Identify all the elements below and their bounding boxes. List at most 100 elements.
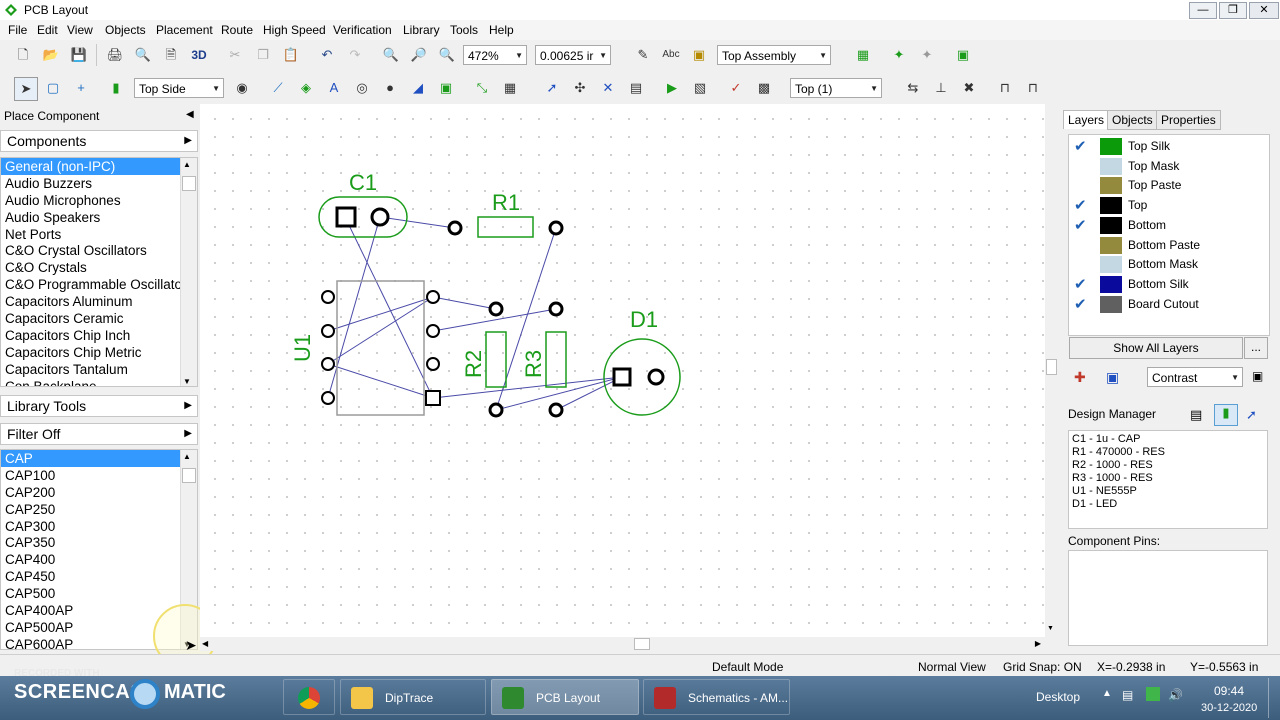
part-item[interactable]: CAP400AP	[1, 602, 183, 619]
tray-expand-icon[interactable]: ▲	[1102, 688, 1112, 699]
part-item[interactable]: CAP100	[1, 467, 183, 484]
export-icon[interactable]: 🗎	[160, 44, 182, 66]
close-button[interactable]: ✕	[1249, 2, 1279, 19]
tray-volume-icon[interactable]: 🔊	[1168, 688, 1183, 702]
design-manager-item[interactable]: U1 - NE555P	[1072, 485, 1264, 498]
design-manager-item[interactable]: D1 - LED	[1072, 498, 1264, 511]
layer-color-swatch[interactable]	[1100, 275, 1122, 293]
show-all-layers-button[interactable]: Show All Layers	[1069, 337, 1243, 359]
layer-color-swatch[interactable]	[1100, 256, 1122, 274]
part-item[interactable]: CAP500	[1, 585, 183, 602]
zoom-out-icon[interactable]: 🔎	[408, 44, 430, 66]
library-item[interactable]: Audio Microphones	[1, 192, 183, 209]
part-item[interactable]: CAP300	[1, 518, 183, 535]
dm-filter-icon[interactable]: ▤	[1190, 407, 1202, 423]
layer-row[interactable]: Top Paste	[1070, 176, 1248, 195]
layer-visible-check-icon[interactable]: ✔	[1074, 196, 1087, 214]
design-manager-item[interactable]: C1 - 1u - CAP	[1072, 433, 1264, 446]
contrast-select[interactable]: Contrast ▼	[1147, 367, 1243, 387]
refresh-icon[interactable]: ▣	[952, 44, 974, 66]
library-item[interactable]: Capacitors Aluminum	[1, 293, 183, 310]
route-tree-icon[interactable]: ✣	[569, 77, 591, 99]
select-rect-icon[interactable]: ▢	[42, 77, 64, 99]
part-item[interactable]: CAP200	[1, 484, 183, 501]
filter-header[interactable]: Filter Off ▶	[0, 423, 198, 445]
menu-tools[interactable]: Tools	[450, 23, 478, 37]
unroute-icon[interactable]: ✕	[597, 77, 619, 99]
menu-help[interactable]: Help	[489, 23, 514, 37]
design-manager-item[interactable]: R1 - 470000 - RES	[1072, 446, 1264, 459]
part-item[interactable]: CAP	[1, 450, 183, 467]
minimize-button[interactable]: —	[1189, 2, 1217, 19]
differential-pair-icon[interactable]: ⊓	[1022, 77, 1044, 99]
hole-icon[interactable]: ●	[379, 77, 401, 99]
taskbar-diptrace[interactable]: DipTrace	[340, 679, 486, 715]
library-list-scrollbar[interactable]: ▲ ▼	[180, 158, 197, 386]
library-item[interactable]: General (non-IPC)	[1, 158, 183, 175]
layer-color-swatch[interactable]	[1100, 157, 1122, 175]
library-item[interactable]: C&O Programmable Oscillator	[1, 276, 183, 293]
canvas-vscrollbar[interactable]: ▼	[1045, 104, 1057, 637]
scroll-thumb[interactable]	[182, 176, 196, 191]
print-icon[interactable]: 🖨	[104, 44, 126, 66]
tray-app-icon[interactable]	[1146, 687, 1160, 701]
layer-visible-check-icon[interactable]: ✔	[1074, 295, 1087, 313]
layer-row[interactable]: ✔ Top Silk	[1070, 137, 1248, 156]
length-tune-icon[interactable]: ⊓	[994, 77, 1016, 99]
zoom-select[interactable]: 472% ▼	[463, 45, 527, 65]
taskbar-chrome[interactable]	[283, 679, 335, 715]
layer-row[interactable]: ✔ Top	[1070, 196, 1248, 215]
distribute-icon[interactable]: ✖	[958, 77, 980, 99]
pcb-canvas[interactable]: C1 R1 D1 U1 R2 R3	[200, 104, 1045, 637]
scroll-right-icon[interactable]: ▶	[1035, 639, 1041, 648]
taskbar-schematics[interactable]: Schematics - AM...	[643, 679, 790, 715]
scroll-thumb[interactable]	[634, 638, 650, 650]
library-item[interactable]: Net Ports	[1, 226, 183, 243]
pad-icon[interactable]: ◈	[295, 77, 317, 99]
part-item[interactable]: CAP400	[1, 551, 183, 568]
text-abc-icon[interactable]: Abc	[660, 44, 682, 66]
autorouter-settings-icon[interactable]: ▧	[689, 77, 711, 99]
text-tool-icon[interactable]: A	[323, 77, 345, 99]
tab-objects[interactable]: Objects	[1107, 110, 1158, 130]
add-layer-icon[interactable]: ✚	[1074, 369, 1086, 386]
menu-edit[interactable]: Edit	[37, 23, 58, 37]
undo-icon[interactable]: ↶	[316, 44, 338, 66]
properties-icon[interactable]: ✎	[632, 44, 654, 66]
flip-icon[interactable]: ⇆	[902, 77, 924, 99]
layer-row[interactable]: ✔ Bottom	[1070, 216, 1248, 235]
layer-select[interactable]: Top (1) ▼	[790, 78, 882, 98]
layer-row[interactable]: Top Mask	[1070, 157, 1248, 176]
align-icon[interactable]: ⊥	[930, 77, 952, 99]
menu-route[interactable]: Route	[221, 23, 253, 37]
menu-library[interactable]: Library	[403, 23, 440, 37]
menu-placement[interactable]: Placement	[156, 23, 213, 37]
menu-verification[interactable]: Verification	[333, 23, 392, 37]
layer-options-button[interactable]: ...	[1244, 337, 1268, 359]
layer-color-swatch[interactable]	[1100, 197, 1122, 215]
layer-color-swatch[interactable]	[1100, 177, 1122, 195]
dimension-icon[interactable]: ⤡	[471, 77, 493, 99]
tray-keyboard-icon[interactable]: ▤	[1122, 688, 1133, 702]
layer-row[interactable]: Bottom Mask	[1070, 255, 1248, 274]
menu-file[interactable]: File	[8, 23, 27, 37]
library-item[interactable]: Capacitors Chip Inch	[1, 327, 183, 344]
scroll-down-icon[interactable]: ▼	[183, 377, 191, 386]
route-settings-icon[interactable]: ▤	[625, 77, 647, 99]
canvas-hscrollbar[interactable]: ◀ ▶	[200, 637, 1045, 651]
new-file-icon[interactable]: 🗋	[12, 44, 34, 66]
select-pointer-icon[interactable]: ➤	[14, 77, 38, 101]
zoom-fit-icon[interactable]: 🔍	[436, 44, 458, 66]
drc-settings-icon[interactable]: ▩	[753, 77, 775, 99]
print-preview-icon[interactable]: 🔍	[132, 44, 154, 66]
component-icon[interactable]: ✦	[888, 44, 910, 66]
design-manager-item[interactable]: R3 - 1000 - RES	[1072, 472, 1264, 485]
layer-row[interactable]: ✔ Bottom Silk	[1070, 275, 1248, 294]
layer-color-swatch[interactable]	[1100, 138, 1122, 155]
assembly-select[interactable]: Top Assembly ▼	[717, 45, 831, 65]
layer-setup-icon[interactable]: ▣	[1106, 369, 1119, 386]
zoom-in-icon[interactable]: 🔍	[380, 44, 402, 66]
component-disabled-icon[interactable]: ✦	[916, 44, 938, 66]
image-icon[interactable]: ▣	[688, 44, 710, 66]
scroll-down-icon[interactable]: ▼	[1047, 625, 1054, 632]
